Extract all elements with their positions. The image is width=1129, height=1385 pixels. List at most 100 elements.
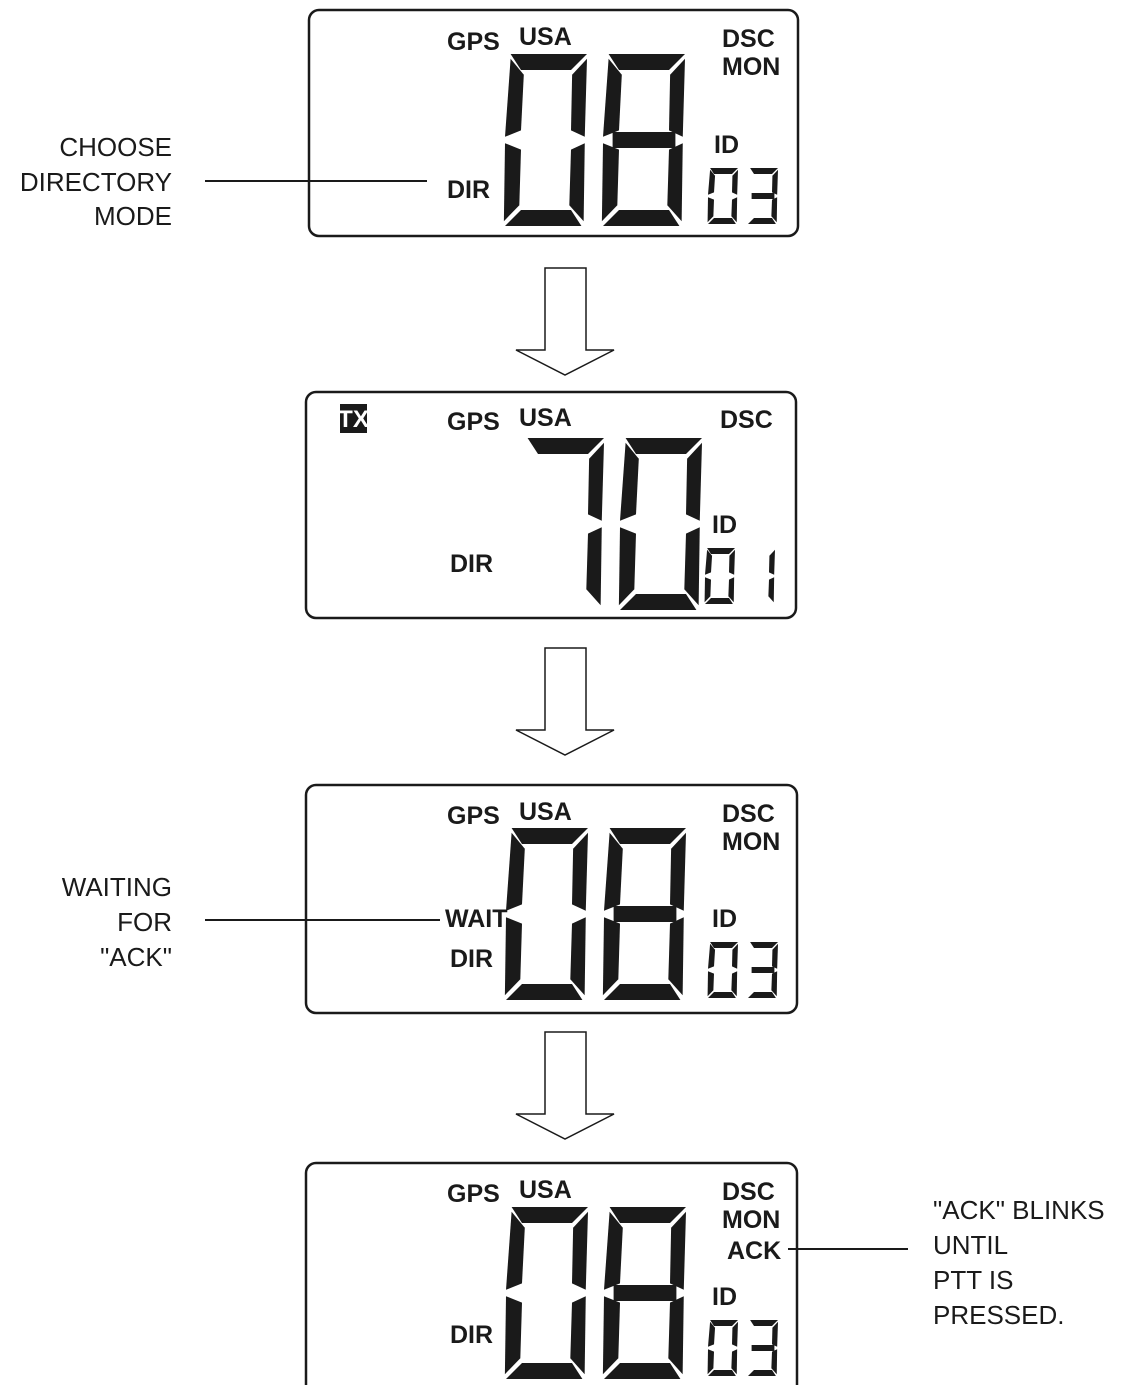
lcd-segment <box>772 169 778 195</box>
lcd-digit <box>504 828 588 1000</box>
lcd-screen-3: GPS USA DSC MON ID WAIT DIR <box>304 783 799 1015</box>
channel-display <box>527 438 702 610</box>
lcd-segment <box>511 1207 588 1223</box>
lcd-digit <box>707 1320 738 1376</box>
gps-label: GPS <box>447 802 500 830</box>
id-label: ID <box>712 905 737 933</box>
lcd-segment <box>686 442 702 521</box>
lcd-segment <box>751 193 775 199</box>
lcd-segment <box>769 549 775 575</box>
lcd-segment <box>710 1320 738 1326</box>
callout-line: WAITING <box>62 872 172 902</box>
id-value-display <box>704 548 775 604</box>
lcd-segment <box>609 828 686 844</box>
lcd-segment <box>511 828 588 844</box>
lcd-segment <box>620 594 697 610</box>
lcd-segment <box>704 577 711 603</box>
lcd-segment <box>707 971 714 997</box>
lcd-digit <box>618 438 702 610</box>
callout-line: FOR <box>117 907 172 937</box>
lcd-segment <box>603 210 680 226</box>
lcd-segment <box>602 917 620 996</box>
lcd-segment <box>748 218 776 224</box>
id-label: ID <box>712 511 737 539</box>
gps-label: GPS <box>447 408 500 436</box>
callout-ack-blinks: "ACK" BLINKS UNTIL PTT IS PRESSED. <box>788 1195 1105 1330</box>
dir-label: DIR <box>450 1321 493 1349</box>
lcd-segment <box>668 917 684 996</box>
dir-label: DIR <box>447 176 490 204</box>
lcd-segment <box>729 549 735 575</box>
lcd-segment <box>750 168 778 174</box>
callout-line: PRESSED. <box>933 1300 1065 1330</box>
lcd-segment <box>613 906 677 922</box>
mon-label: MON <box>722 53 780 81</box>
lcd-screen-1: GPS USA DSC MON ID DIR <box>307 8 800 238</box>
lcd-segment <box>618 527 636 606</box>
lcd-segment <box>570 1296 586 1375</box>
id-value-display <box>707 168 778 224</box>
callout-line: "ACK" <box>100 942 172 972</box>
lcd-segment <box>602 1296 620 1375</box>
lcd-segment <box>569 143 585 222</box>
lcd-segment <box>506 1211 525 1290</box>
callout-waiting-ack: WAITING FOR "ACK" <box>62 872 440 972</box>
lcd-segment <box>751 1345 775 1351</box>
lcd-segment <box>670 1211 686 1290</box>
lcd-segment <box>732 943 738 969</box>
lcd-segment <box>708 992 736 998</box>
lcd-digit <box>527 438 604 606</box>
lcd-segment <box>505 210 582 226</box>
usa-label: USA <box>519 798 572 826</box>
callout-choose-directory: CHOOSE DIRECTORY MODE <box>20 132 427 231</box>
lcd-segment <box>707 197 714 223</box>
lcd-segment <box>708 218 736 224</box>
ack-label: ACK <box>727 1237 781 1265</box>
lcd-segment <box>505 58 524 137</box>
lcd-screen-4: GPS USA DSC MON ACK ID DIR <box>304 1161 799 1385</box>
lcd-segment <box>504 917 522 996</box>
id-value-display <box>707 1320 778 1376</box>
lcd-segment <box>732 1321 738 1347</box>
gps-label: GPS <box>447 28 500 56</box>
lcd-digit <box>748 1320 778 1376</box>
lcd-digit <box>748 168 778 224</box>
diagram-canvas: GPS USA DSC MON ID DIR CHOOSE DIRECTORY … <box>20 8 1105 1385</box>
id-label: ID <box>714 131 739 159</box>
lcd-segment <box>620 442 639 521</box>
channel-display <box>504 828 686 1000</box>
lcd-digit <box>503 54 587 226</box>
usa-label: USA <box>519 1176 572 1204</box>
lcd-segment <box>608 54 685 70</box>
lcd-segment <box>604 1363 681 1379</box>
lcd-segment <box>668 1296 684 1375</box>
lcd-screen-2: TX GPS USA DSC ID DIR <box>304 390 798 620</box>
lcd-segment <box>750 1320 778 1326</box>
gps-label: GPS <box>447 1180 500 1208</box>
id-value-display <box>707 942 778 998</box>
lcd-segment <box>710 942 738 948</box>
lcd-segment <box>609 1207 686 1223</box>
channel-display <box>503 54 685 226</box>
dir-label: DIR <box>450 945 493 973</box>
down-arrow <box>515 267 615 376</box>
lcd-segment <box>667 143 683 222</box>
dir-label: DIR <box>450 550 493 578</box>
lcd-segment <box>732 169 738 195</box>
lcd-digit <box>602 828 686 1000</box>
channel-display <box>504 1207 686 1379</box>
lcd-segment <box>506 832 525 911</box>
lcd-segment <box>705 598 733 604</box>
lcd-segment <box>506 984 583 1000</box>
lcd-segment <box>527 438 604 454</box>
mon-label: MON <box>722 1206 780 1234</box>
lcd-segment <box>588 442 604 521</box>
lcd-segment <box>586 527 602 606</box>
lcd-digit <box>768 549 775 603</box>
lcd-segment <box>707 1349 714 1375</box>
callout-line: MODE <box>94 201 172 231</box>
lcd-segment <box>748 992 776 998</box>
lcd-segment <box>707 548 735 554</box>
lcd-segment <box>748 1370 776 1376</box>
lcd-segment <box>504 1296 522 1375</box>
